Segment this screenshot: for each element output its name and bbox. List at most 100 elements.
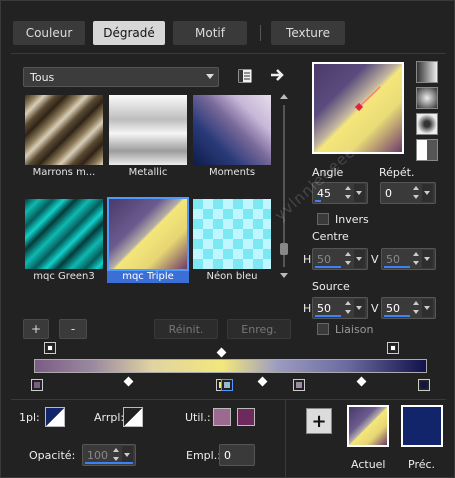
current-gradient-swatch[interactable]: [347, 405, 389, 447]
tab-couleur[interactable]: Couleur: [13, 21, 85, 45]
angle-slider-bar: [315, 200, 321, 202]
center-h-updown[interactable]: [343, 250, 354, 268]
util-color-1[interactable]: [213, 408, 231, 426]
vertical-divider: [285, 399, 286, 478]
thumbnail-label: Metallic: [128, 167, 168, 178]
thumbnail-neon-bleu[interactable]: Néon bleu: [191, 197, 273, 283]
empl-label: Empl.:: [186, 449, 221, 462]
center-h-label: H: [303, 253, 312, 266]
source-v-stepper[interactable]: 50: [381, 297, 436, 319]
arrow-right-icon[interactable]: [269, 67, 287, 83]
thumbnail-scrollbar[interactable]: [278, 93, 290, 279]
previous-color-swatch[interactable]: [401, 405, 443, 447]
tab-texture[interactable]: Texture: [271, 21, 345, 45]
angle-updown[interactable]: [343, 184, 354, 202]
source-v-slider-bar: [384, 315, 410, 317]
save-button[interactable]: Enreg.: [227, 319, 291, 339]
center-h-stepper[interactable]: 50: [312, 248, 368, 270]
invert-label: Invers: [335, 213, 369, 226]
repeat-value: 0: [385, 187, 392, 200]
top-midpoint-marker[interactable]: [216, 347, 227, 358]
thumbnail-mqc-green3[interactable]: mqc Green3: [23, 197, 105, 283]
tab-motif[interactable]: Motif: [173, 21, 247, 45]
first-pl-label: 1pl:: [19, 411, 40, 424]
gradient-thumbnail-grid: Marrons m... Metallic Moments mqc Green3…: [23, 93, 275, 283]
angle-dropdown-icon[interactable]: [354, 184, 365, 202]
center-h-dropdown-icon[interactable]: [354, 250, 365, 268]
thumbnail-marrons[interactable]: Marrons m...: [23, 93, 105, 179]
thumbnail-metallic[interactable]: Metallic: [107, 93, 189, 179]
repeat-updown[interactable]: [411, 184, 422, 202]
bottom-stop-2[interactable]: [221, 379, 233, 391]
gradient-dialog: Couleur Dégradé Motif Texture Tous Marro…: [0, 0, 455, 478]
empl-input[interactable]: 0: [219, 444, 255, 466]
thumbnail-moments[interactable]: Moments: [191, 93, 273, 179]
source-h-stepper[interactable]: 50: [312, 297, 368, 319]
center-v-dropdown-icon[interactable]: [422, 250, 433, 268]
opacity-slider-bar: [85, 462, 133, 464]
gradient-preview[interactable]: [312, 62, 404, 154]
scroll-up-icon[interactable]: [280, 94, 288, 99]
arr-pl-label: Arrpl:: [94, 411, 125, 424]
opacity-stepper[interactable]: 100: [82, 444, 136, 466]
repeat-dropdown-icon[interactable]: [422, 184, 433, 202]
tab-separator: [260, 25, 261, 41]
add-to-library-button[interactable]: +: [306, 408, 332, 434]
add-gradient-button[interactable]: +: [23, 319, 49, 339]
source-v-updown[interactable]: [411, 299, 422, 317]
section-divider: [11, 399, 446, 400]
thumbnail-label: Néon bleu: [206, 271, 258, 282]
linear-style-button[interactable]: [416, 61, 438, 83]
scroll-thumb[interactable]: [280, 243, 288, 255]
radial-style-button[interactable]: [416, 87, 438, 109]
rectangular-style-button[interactable]: [416, 113, 438, 135]
tab-degrade[interactable]: Dégradé: [93, 21, 165, 45]
thumbnail-mqc-triple[interactable]: mqc Triple: [107, 197, 189, 283]
bottom-stop-3[interactable]: [293, 379, 305, 391]
source-label: Source: [312, 280, 350, 293]
opacity-value: 100: [87, 449, 108, 462]
source-v-dropdown-icon[interactable]: [422, 299, 433, 317]
source-h-value: 50: [317, 302, 331, 315]
center-v-slider-bar: [384, 266, 410, 268]
opacity-label: Opacité:: [29, 449, 76, 462]
thumbnail-label: mqc Green3: [33, 271, 95, 282]
chevron-down-icon: [206, 74, 214, 79]
bottom-midpoint-2[interactable]: [257, 376, 268, 387]
category-dropdown[interactable]: Tous: [23, 67, 219, 87]
source-h-slider-bar: [315, 315, 341, 317]
util-color-2[interactable]: [237, 408, 255, 426]
bottom-midpoint-1[interactable]: [123, 376, 134, 387]
bottom-midpoint-3[interactable]: [356, 376, 367, 387]
remove-gradient-button[interactable]: -: [59, 319, 87, 339]
empl-value: 0: [224, 449, 231, 462]
bottom-stop-4[interactable]: [418, 379, 430, 391]
link-checkbox[interactable]: [317, 323, 329, 335]
gradient-bar[interactable]: [34, 359, 427, 373]
source-h-updown[interactable]: [343, 299, 354, 317]
source-v-label: V: [371, 302, 379, 315]
first-plane-swatch[interactable]: [45, 407, 65, 427]
reset-button[interactable]: Réinit.: [154, 319, 218, 339]
center-v-value: 50: [386, 253, 400, 266]
repeat-stepper[interactable]: 0: [380, 182, 436, 204]
center-label: Centre: [312, 230, 349, 243]
source-v-value: 50: [386, 302, 400, 315]
previous-label: Préc.: [408, 458, 436, 471]
source-h-dropdown-icon[interactable]: [354, 299, 365, 317]
thumbnail-marrons-swatch: [25, 95, 103, 165]
sunburst-style-button[interactable]: [416, 139, 438, 161]
library-icon[interactable]: [237, 68, 253, 84]
center-v-updown[interactable]: [411, 250, 422, 268]
top-stop-right[interactable]: [387, 342, 399, 354]
invert-checkbox[interactable]: [317, 213, 329, 225]
center-v-label: V: [371, 253, 379, 266]
center-v-stepper[interactable]: 50: [381, 248, 436, 270]
back-plane-swatch[interactable]: [123, 407, 143, 427]
link-label: Liaison: [335, 323, 374, 336]
top-stop-left[interactable]: [44, 342, 56, 354]
thumbnail-moments-swatch: [193, 95, 271, 165]
bottom-stop-0[interactable]: [31, 379, 43, 391]
thumbnail-mqc-green3-swatch: [25, 199, 103, 269]
scroll-down-icon[interactable]: [280, 273, 288, 278]
